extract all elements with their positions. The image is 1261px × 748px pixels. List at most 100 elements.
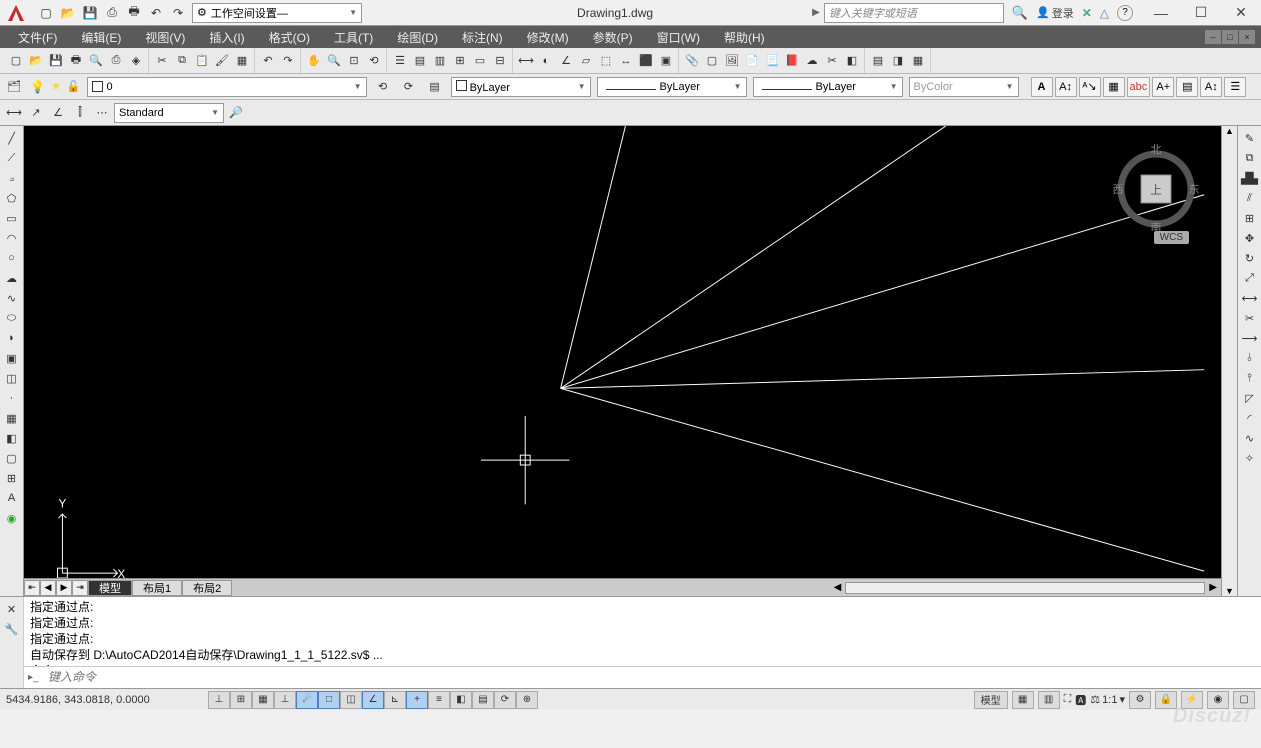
ann-scale-label[interactable]: ⚖ 1:1 ▾ xyxy=(1090,693,1125,706)
undo-icon[interactable]: ↶ xyxy=(146,3,166,23)
mdi-close[interactable]: × xyxy=(1239,30,1255,44)
mtext-icon[interactable]: A xyxy=(2,488,22,508)
snap-icon[interactable]: ⊞ xyxy=(230,691,252,709)
attach-cloud-icon[interactable]: ☁ xyxy=(802,51,822,71)
paste-icon[interactable]: 📋 xyxy=(192,51,212,71)
stretch-icon[interactable]: ⟷ xyxy=(1240,288,1260,308)
ann-visibility-icon[interactable]: ⛶ xyxy=(1064,693,1072,706)
polar-icon[interactable]: ☄ xyxy=(296,691,318,709)
xline-icon[interactable]: ⟋ xyxy=(2,148,22,168)
zoom-window-icon[interactable]: ⊡ xyxy=(344,51,364,71)
open-icon[interactable]: 📂 xyxy=(58,3,78,23)
exchange-icon[interactable]: ✕ xyxy=(1082,6,1092,20)
print-file-icon[interactable]: 🖶 xyxy=(66,51,86,71)
ann-add-icon[interactable]: A+ xyxy=(1152,77,1174,97)
measure-radius-icon[interactable]: ◐ xyxy=(536,51,556,71)
mleader-style-icon[interactable]: ᴬ↘ xyxy=(1079,77,1101,97)
workspace-switch-icon[interactable]: ⚙ xyxy=(1129,691,1151,709)
save-icon[interactable]: 💾 xyxy=(80,3,100,23)
move-icon[interactable]: ✥ xyxy=(1240,228,1260,248)
workspace-dropdown[interactable]: ⚙ 工作空间设置— ▼ xyxy=(192,3,362,23)
menu-window[interactable]: 窗口(W) xyxy=(645,29,712,46)
print-preview-icon[interactable]: 🔍 xyxy=(86,51,106,71)
cloud-icon[interactable]: △ xyxy=(1100,6,1109,20)
search-input[interactable]: 键入关键字或短语 xyxy=(824,3,1004,23)
match-prop-icon[interactable]: 🖌 xyxy=(212,51,232,71)
isolate-icon[interactable]: ◉ xyxy=(1207,691,1229,709)
break-icon[interactable]: ⫰ xyxy=(1240,348,1260,368)
menu-insert[interactable]: 插入(I) xyxy=(197,29,256,46)
dim-quick-icon[interactable]: ⫿ xyxy=(70,103,90,123)
polygon-icon[interactable]: ⬠ xyxy=(2,188,22,208)
tab-model[interactable]: 模型 xyxy=(88,580,132,596)
sheet-set-icon[interactable]: ⊞ xyxy=(450,51,470,71)
layer-manager-icon[interactable]: 🗂 xyxy=(4,77,24,97)
dim-style-icon[interactable]: A↕ xyxy=(1055,77,1077,97)
markup-icon[interactable]: ▭ xyxy=(470,51,490,71)
xref-icon[interactable]: 📎 xyxy=(682,51,702,71)
lineweight-dropdown[interactable]: ByLayer ▼ xyxy=(753,77,903,97)
app-logo-icon[interactable] xyxy=(0,0,32,26)
revcloud-icon[interactable]: ☁ xyxy=(2,268,22,288)
polyline-icon[interactable]: ⟓ xyxy=(2,168,22,188)
add-selected-icon[interactable]: ◉ xyxy=(2,508,22,528)
menu-params[interactable]: 参数(P) xyxy=(581,29,645,46)
attach-dwf-icon[interactable]: 📄 xyxy=(742,51,762,71)
arc-icon[interactable]: ◠ xyxy=(2,228,22,248)
properties-icon[interactable]: ☰ xyxy=(390,51,410,71)
menu-help[interactable]: 帮助(H) xyxy=(712,29,777,46)
tab-layout2[interactable]: 布局2 xyxy=(182,580,232,596)
mdi-minimize[interactable]: – xyxy=(1205,30,1221,44)
measure-vol-icon[interactable]: ⬚ xyxy=(596,51,616,71)
login-button[interactable]: 👤 登录 xyxy=(1036,5,1074,21)
scroll-up-icon[interactable]: ▲ xyxy=(1222,126,1237,136)
select-sim-icon[interactable]: ▣ xyxy=(656,51,676,71)
coordinates[interactable]: 5434.9186, 343.0818, 0.0000 xyxy=(6,694,206,706)
scroll-left-icon[interactable]: ◀ xyxy=(834,582,842,593)
table-style-icon[interactable]: ▦ xyxy=(1103,77,1125,97)
scroll-right-icon[interactable]: ▶ xyxy=(1209,582,1217,593)
quick-view-layouts-icon[interactable]: ▦ xyxy=(1012,691,1034,709)
h-scrollbar[interactable] xyxy=(845,582,1205,594)
attach-dgn-icon[interactable]: 📃 xyxy=(762,51,782,71)
menu-view[interactable]: 视图(V) xyxy=(133,29,197,46)
transparency-icon[interactable]: ◧ xyxy=(450,691,472,709)
trim-icon[interactable]: ✂ xyxy=(1240,308,1260,328)
insert-block-icon[interactable]: ▣ xyxy=(2,348,22,368)
selection-cycle-icon[interactable]: ⟳ xyxy=(494,691,516,709)
attach-img-icon[interactable]: 🖼 xyxy=(722,51,742,71)
layer-iso-icon[interactable]: ▦ xyxy=(908,51,928,71)
tab-next-icon[interactable]: ▶ xyxy=(56,580,72,596)
mdi-restore[interactable]: □ xyxy=(1222,30,1238,44)
lock-ui-icon[interactable]: 🔒 xyxy=(1155,691,1177,709)
3d-print-icon[interactable]: ◈ xyxy=(126,51,146,71)
find-text-icon[interactable]: 🔎 xyxy=(226,103,246,123)
rectangle-icon[interactable]: ▭ xyxy=(2,208,22,228)
text-style-a-icon[interactable]: A xyxy=(1031,77,1053,97)
tab-first-icon[interactable]: ⇤ xyxy=(24,580,40,596)
minimize-button[interactable]: — xyxy=(1141,0,1181,26)
offset-icon[interactable]: ⫽ xyxy=(1240,188,1260,208)
ann-scale-icon[interactable]: abc xyxy=(1127,77,1151,97)
measure-quick-icon[interactable]: ↔ xyxy=(616,51,636,71)
3dosnap-icon[interactable]: ◫ xyxy=(340,691,362,709)
new-icon[interactable]: ▢ xyxy=(36,3,56,23)
scroll-down-icon[interactable]: ▼ xyxy=(1222,586,1237,596)
plotstyle-dropdown[interactable]: ByColor ▼ xyxy=(909,77,1019,97)
wcs-badge[interactable]: WCS xyxy=(1154,231,1189,244)
tab-prev-icon[interactable]: ◀ xyxy=(40,580,56,596)
publish-icon[interactable]: ⎙ xyxy=(106,51,126,71)
linetype-dropdown[interactable]: ByLayer ▼ xyxy=(597,77,747,97)
drawing-canvas[interactable]: X Y 上 北 南 东 西 WCS xyxy=(24,126,1221,578)
hardware-accel-icon[interactable]: ⚡ xyxy=(1181,691,1203,709)
ducs-icon[interactable]: ⊾ xyxy=(384,691,406,709)
annotation-monitor-icon[interactable]: ⊕ xyxy=(516,691,538,709)
ann-sync-icon[interactable]: ▤ xyxy=(1176,77,1198,97)
clean-screen-icon[interactable]: ▢ xyxy=(1233,691,1255,709)
command-input[interactable] xyxy=(48,670,1257,685)
menu-modify[interactable]: 修改(M) xyxy=(515,29,581,46)
layer-state-icon[interactable]: ▤ xyxy=(868,51,888,71)
ortho-icon[interactable]: ⊥ xyxy=(274,691,296,709)
zoom-realtime-icon[interactable]: 🔍 xyxy=(324,51,344,71)
select-icon[interactable]: ⬛ xyxy=(636,51,656,71)
